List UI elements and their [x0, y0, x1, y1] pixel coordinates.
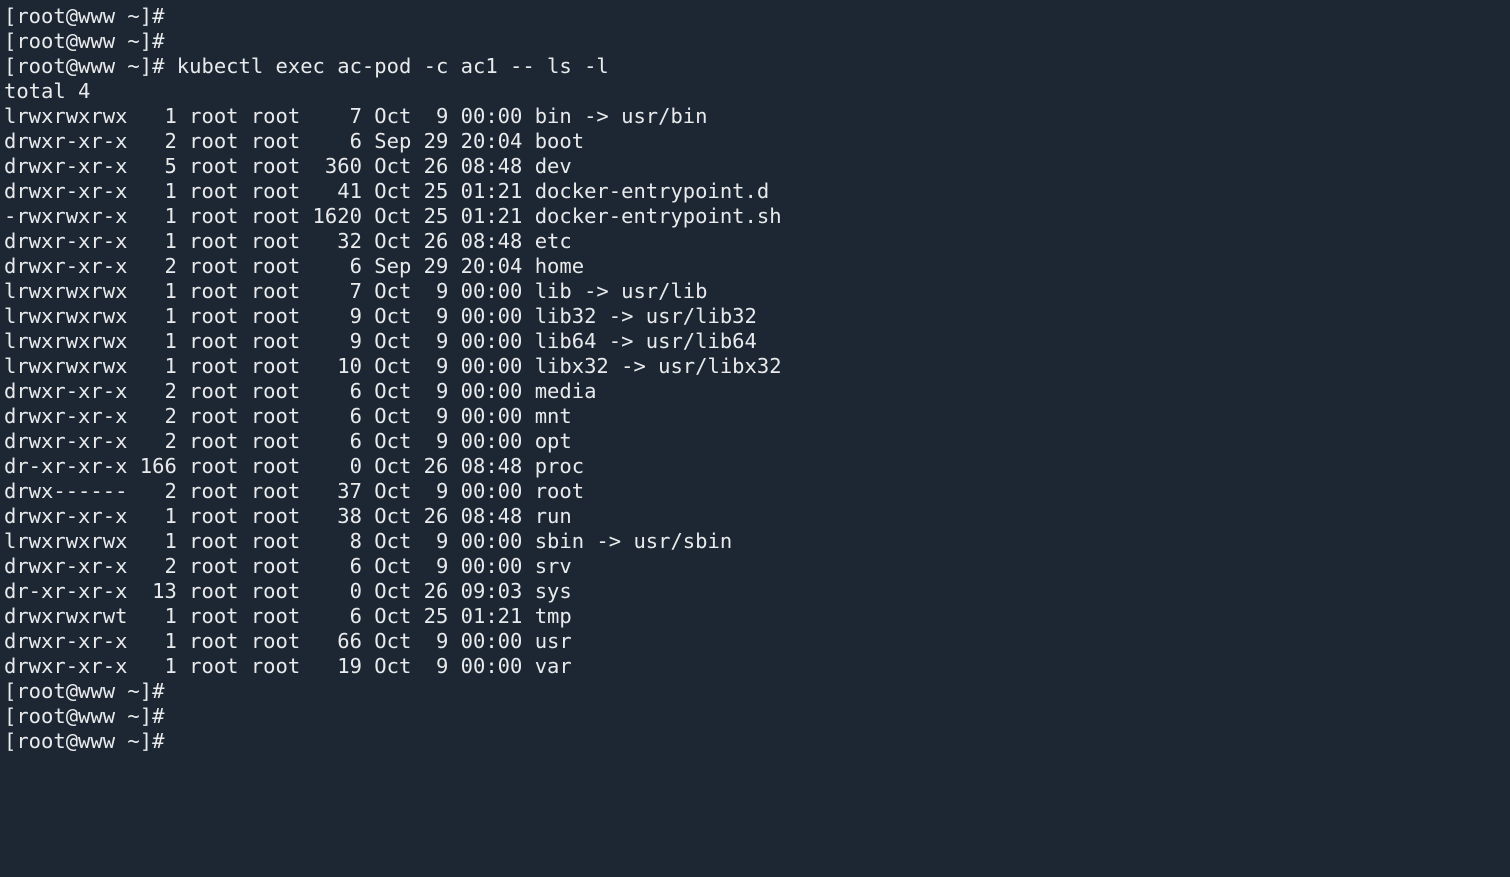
terminal-line: drwxr-xr-x 2 root root 6 Sep 29 20:04 ho…: [4, 254, 1510, 279]
terminal-line: lrwxrwxrwx 1 root root 8 Oct 9 00:00 sbi…: [4, 529, 1510, 554]
terminal-line: dr-xr-xr-x 13 root root 0 Oct 26 09:03 s…: [4, 579, 1510, 604]
terminal-line: [root@www ~]#: [4, 679, 1510, 704]
terminal-line: [root@www ~]#: [4, 704, 1510, 729]
terminal-line: drwxr-xr-x 1 root root 32 Oct 26 08:48 e…: [4, 229, 1510, 254]
terminal-line: lrwxrwxrwx 1 root root 9 Oct 9 00:00 lib…: [4, 329, 1510, 354]
terminal-line: dr-xr-xr-x 166 root root 0 Oct 26 08:48 …: [4, 454, 1510, 479]
terminal-line: total 4: [4, 79, 1510, 104]
terminal-line: [root@www ~]#: [4, 29, 1510, 54]
terminal-line: drwxr-xr-x 5 root root 360 Oct 26 08:48 …: [4, 154, 1510, 179]
terminal-line: lrwxrwxrwx 1 root root 10 Oct 9 00:00 li…: [4, 354, 1510, 379]
terminal-line: drwxrwxrwt 1 root root 6 Oct 25 01:21 tm…: [4, 604, 1510, 629]
terminal-line: drwxr-xr-x 1 root root 38 Oct 26 08:48 r…: [4, 504, 1510, 529]
terminal-line: drwx------ 2 root root 37 Oct 9 00:00 ro…: [4, 479, 1510, 504]
terminal-line: [root@www ~]#: [4, 729, 1510, 754]
terminal-line: [root@www ~]#: [4, 4, 1510, 29]
terminal-line: drwxr-xr-x 1 root root 19 Oct 9 00:00 va…: [4, 654, 1510, 679]
terminal-line: -rwxrwxr-x 1 root root 1620 Oct 25 01:21…: [4, 204, 1510, 229]
terminal-line: lrwxrwxrwx 1 root root 9 Oct 9 00:00 lib…: [4, 304, 1510, 329]
terminal-line: drwxr-xr-x 2 root root 6 Oct 9 00:00 med…: [4, 379, 1510, 404]
terminal-screen[interactable]: [root@www ~]#[root@www ~]#[root@www ~]# …: [0, 0, 1510, 877]
terminal-line: drwxr-xr-x 2 root root 6 Sep 29 20:04 bo…: [4, 129, 1510, 154]
terminal-line: drwxr-xr-x 2 root root 6 Oct 9 00:00 mnt: [4, 404, 1510, 429]
terminal-line: drwxr-xr-x 2 root root 6 Oct 9 00:00 srv: [4, 554, 1510, 579]
terminal-line: [root@www ~]# kubectl exec ac-pod -c ac1…: [4, 54, 1510, 79]
terminal-line: drwxr-xr-x 2 root root 6 Oct 9 00:00 opt: [4, 429, 1510, 454]
terminal-line: drwxr-xr-x 1 root root 66 Oct 9 00:00 us…: [4, 629, 1510, 654]
terminal-line: drwxr-xr-x 1 root root 41 Oct 25 01:21 d…: [4, 179, 1510, 204]
terminal-line: lrwxrwxrwx 1 root root 7 Oct 9 00:00 bin…: [4, 104, 1510, 129]
terminal-line: lrwxrwxrwx 1 root root 7 Oct 9 00:00 lib…: [4, 279, 1510, 304]
